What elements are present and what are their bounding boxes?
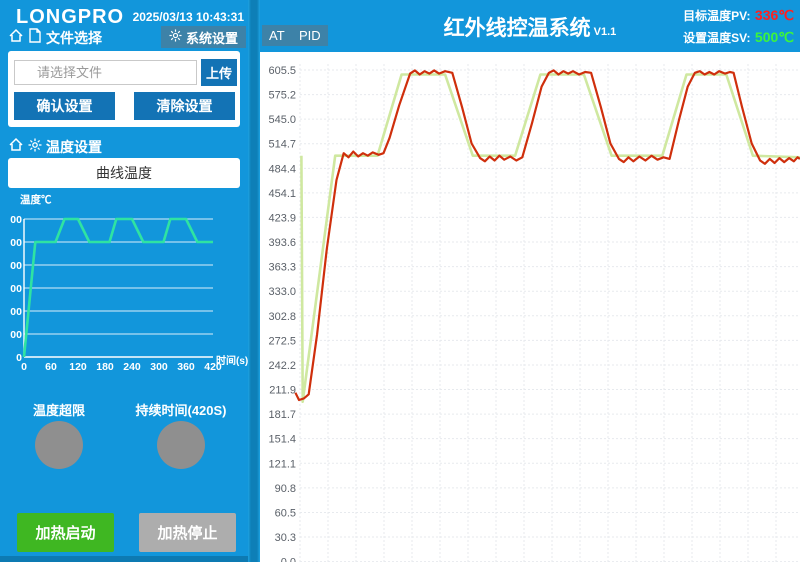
svg-text:200: 200 <box>10 306 22 318</box>
svg-text:272.5: 272.5 <box>268 335 296 347</box>
pv-value: 336℃ <box>755 7 794 23</box>
svg-text:242.2: 242.2 <box>268 360 296 372</box>
panel-divider[interactable] <box>248 0 260 562</box>
pv-sv-readout: 目标温度PV: 336℃ 设置温度SV: 500℃ <box>683 5 794 49</box>
svg-text:605.5: 605.5 <box>268 65 296 77</box>
svg-text:90.8: 90.8 <box>275 483 296 495</box>
svg-text:500: 500 <box>10 237 22 249</box>
svg-text:302.8: 302.8 <box>268 311 296 323</box>
svg-text:454.1: 454.1 <box>268 188 296 200</box>
svg-text:514.7: 514.7 <box>268 139 296 151</box>
svg-text:151.4: 151.4 <box>268 434 296 446</box>
svg-text:400: 400 <box>10 260 22 272</box>
gear-icon <box>169 29 182 45</box>
svg-text:360: 360 <box>177 361 195 373</box>
duration-indicator <box>157 421 205 469</box>
svg-text:181.7: 181.7 <box>268 409 296 421</box>
system-settings-button[interactable]: 系统设置 <box>161 26 246 48</box>
home-icon[interactable] <box>8 28 24 49</box>
svg-text:100: 100 <box>10 329 22 341</box>
file-icon <box>28 28 42 48</box>
main-temperature-chart: 605.5 575.2 545.0 514.7 484.4 454.1 423.9 393.6… <box>260 52 800 562</box>
svg-text:333.0: 333.0 <box>268 286 296 298</box>
heating-stop-button[interactable]: 加热停止 <box>139 513 236 552</box>
svg-text:0: 0 <box>21 361 27 373</box>
svg-text:211.9: 211.9 <box>269 385 296 397</box>
at-mode-button[interactable]: AT <box>262 25 292 46</box>
svg-text:121.1: 121.1 <box>268 458 296 470</box>
logo: LONGPRO <box>16 6 124 29</box>
horizontal-scrollbar[interactable] <box>0 556 248 562</box>
svg-text:300: 300 <box>10 283 22 295</box>
temp-settings-header: 温度设置 <box>8 138 102 156</box>
app-title-text: 红外线控温系统 <box>444 17 591 40</box>
svg-text:0.0: 0.0 <box>281 557 296 562</box>
svg-text:60: 60 <box>45 361 57 373</box>
over-limit-indicator <box>35 421 83 469</box>
curve-temperature-selector[interactable]: 曲线温度 <box>8 158 240 188</box>
file-upload-card: 上传 确认设置 清除设置 <box>8 51 240 127</box>
upload-button[interactable]: 上传 <box>201 59 237 86</box>
svg-text:363.3: 363.3 <box>268 262 296 274</box>
svg-text:30.3: 30.3 <box>275 532 296 544</box>
svg-text:575.2: 575.2 <box>268 90 296 102</box>
svg-text:120: 120 <box>69 361 87 373</box>
svg-text:545.0: 545.0 <box>268 114 296 126</box>
datetime-display: 2025/03/13 10:43:31 <box>133 10 244 24</box>
system-settings-label: 系统设置 <box>186 28 238 47</box>
svg-text:300: 300 <box>150 361 168 373</box>
svg-text:180: 180 <box>96 361 114 373</box>
mini-setpoint-chart: 0100200300400500600060120180240300360420… <box>10 192 250 384</box>
duration-label: 持续时间(420S) <box>126 400 236 419</box>
svg-text:393.6: 393.6 <box>268 237 296 249</box>
svg-text:484.4: 484.4 <box>268 163 296 175</box>
file-select-header: 文件选择 <box>8 28 102 48</box>
sv-value: 500℃ <box>755 29 794 45</box>
svg-text:423.9: 423.9 <box>268 212 296 224</box>
home-icon[interactable] <box>8 137 24 158</box>
gear-icon <box>28 138 42 157</box>
file-select-label: 文件选择 <box>46 28 102 48</box>
confirm-settings-button[interactable]: 确认设置 <box>14 92 115 120</box>
clear-settings-button[interactable]: 清除设置 <box>134 92 235 120</box>
file-select-input[interactable] <box>14 60 197 85</box>
svg-text:600: 600 <box>10 214 22 226</box>
right-header: 红外线控温系统V1.1 AT PID 目标温度PV: 336℃ 设置温度SV: … <box>260 0 800 52</box>
over-limit-label: 温度超限 <box>9 400 109 419</box>
svg-text:240: 240 <box>123 361 141 373</box>
pid-mode-button[interactable]: PID <box>292 25 328 46</box>
app-version: V1.1 <box>594 26 617 38</box>
svg-text:温度℃: 温度℃ <box>20 193 52 206</box>
svg-text:60.5: 60.5 <box>275 507 296 519</box>
heating-start-button[interactable]: 加热启动 <box>17 513 114 552</box>
pv-label: 目标温度PV: <box>683 9 750 23</box>
left-panel: LONGPRO 2025/03/13 10:43:31 文件选择 系统设置 上传… <box>0 0 248 562</box>
sv-label: 设置温度SV: <box>683 31 750 45</box>
temp-settings-label: 温度设置 <box>46 137 102 157</box>
main-chart-panel: 605.5 575.2 545.0 514.7 484.4 454.1 423.9 393.6… <box>260 52 800 562</box>
svg-text:时间(s): 时间(s) <box>216 354 248 367</box>
